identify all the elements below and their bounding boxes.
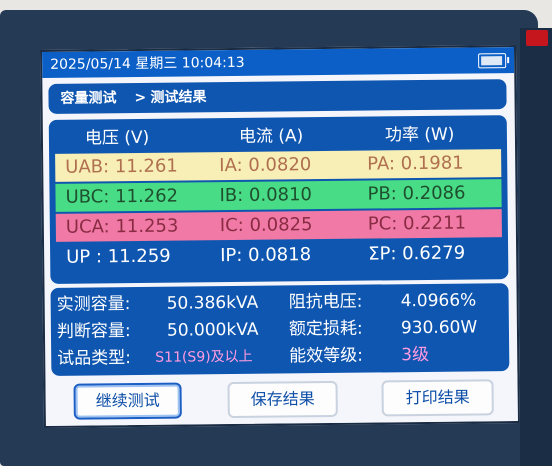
impedance-voltage-value: 4.0966% bbox=[400, 290, 477, 312]
power-pb: PB: 0.2086 bbox=[367, 182, 466, 205]
results-panel: 实测容量: 50.386kVA 阻抗电压: 4.0966% 判断容量: 50.0… bbox=[50, 283, 510, 376]
power-pc: PC: 0.2211 bbox=[367, 212, 467, 235]
voltage-up: UP : 11.259 bbox=[66, 245, 171, 268]
breadcrumb-current: 测试结果 bbox=[150, 89, 207, 106]
product-type-value: S11(S9)及以上 bbox=[155, 348, 253, 366]
product-type-label: 试品类型: bbox=[57, 348, 132, 369]
voltage-uca: UCA: 11.253 bbox=[65, 215, 179, 238]
button-bar: 继续测试 保存结果 打印结果 bbox=[45, 373, 518, 426]
rated-loss-value: 930.60W bbox=[400, 317, 478, 339]
header-current: 电流 (A) bbox=[238, 126, 304, 147]
save-results-button[interactable]: 保存结果 bbox=[227, 380, 338, 419]
judged-capacity-label: 判断容量: bbox=[56, 321, 131, 342]
indicator-light bbox=[526, 30, 548, 46]
efficiency-grade-value: 3级 bbox=[401, 344, 430, 366]
battery-level bbox=[481, 56, 502, 66]
measured-capacity-value: 50.386kVA bbox=[166, 292, 259, 314]
voltage-ubc: UBC: 11.262 bbox=[65, 185, 179, 208]
power-total: ΣP: 0.6279 bbox=[368, 242, 466, 265]
voltage-uab: UAB: 11.261 bbox=[65, 155, 178, 178]
efficiency-grade-label: 能效等级: bbox=[289, 345, 364, 367]
datetime: 2025/05/14 星期三 10:04:13 bbox=[50, 54, 245, 73]
status-bar: 2025/05/14 星期三 10:04:13 bbox=[42, 47, 515, 78]
continue-test-button[interactable]: 继续测试 bbox=[73, 382, 182, 420]
power-pa: PA: 0.1981 bbox=[367, 152, 464, 175]
device-side bbox=[520, 28, 552, 466]
table-row: UCA: 11.253 IC: 0.0825 PC: 0.2211 bbox=[55, 209, 502, 242]
table-row: UAB: 11.261 IA: 0.0820 PA: 0.1981 bbox=[55, 149, 502, 182]
breadcrumb: 容量测试 > 测试结果 bbox=[48, 79, 507, 114]
header-power: 功率 (W) bbox=[384, 124, 455, 146]
current-ic: IC: 0.0825 bbox=[219, 214, 313, 237]
current-ia: IA: 0.0820 bbox=[219, 154, 312, 177]
table-row: UP : 11.259 IP: 0.0818 ΣP: 0.6279 bbox=[56, 239, 502, 272]
rated-loss-label: 额定损耗: bbox=[288, 318, 363, 340]
battery-icon bbox=[478, 53, 507, 69]
table-header: 电压 (V) 电流 (A) 功率 (W) bbox=[49, 121, 507, 152]
current-ib: IB: 0.0810 bbox=[219, 184, 313, 207]
breadcrumb-parent[interactable]: 容量测试 bbox=[60, 83, 116, 114]
table-row: UBC: 11.262 IB: 0.0810 PB: 0.2086 bbox=[55, 179, 502, 212]
header-voltage: 电压 (V) bbox=[84, 127, 150, 149]
print-results-button[interactable]: 打印结果 bbox=[381, 379, 494, 417]
judged-capacity-value: 50.000kVA bbox=[166, 319, 259, 341]
measurement-table: 电压 (V) 电流 (A) 功率 (W) UAB: 11.261 IA: 0.0… bbox=[48, 115, 509, 284]
lcd-screen: 2025/05/14 星期三 10:04:13 容量测试 > 测试结果 电压 (… bbox=[40, 45, 520, 428]
breadcrumb-separator: > bbox=[134, 89, 147, 107]
current-ip: IP: 0.0818 bbox=[220, 244, 312, 267]
impedance-voltage-label: 阻抗电压: bbox=[288, 291, 363, 313]
measured-capacity-label: 实测容量: bbox=[56, 294, 131, 315]
